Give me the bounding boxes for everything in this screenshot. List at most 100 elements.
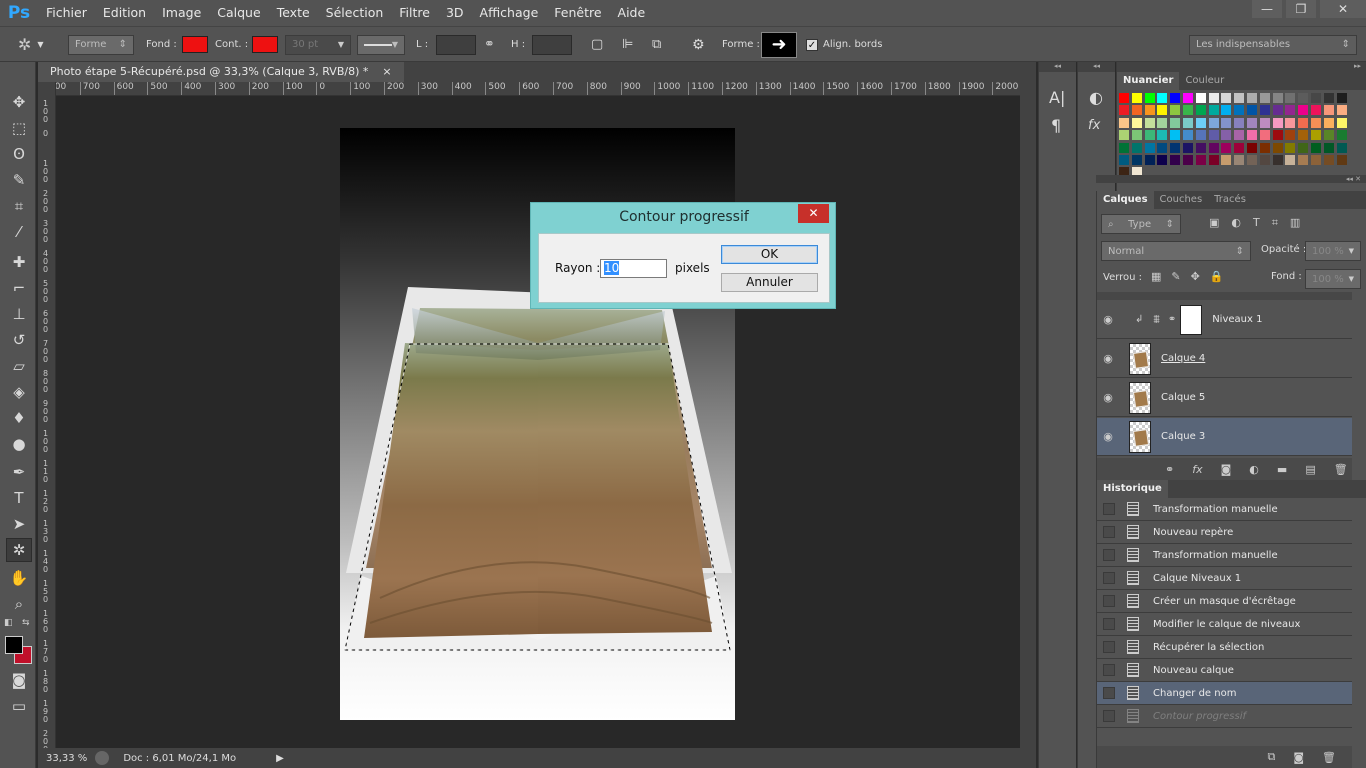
color-swatch[interactable]: [1234, 130, 1245, 141]
color-swatch[interactable]: [1272, 105, 1283, 116]
color-swatch[interactable]: [1311, 130, 1321, 141]
color-swatch[interactable]: [1144, 142, 1155, 153]
fill-field[interactable]: 100 % ▼: [1305, 269, 1361, 289]
restore-button[interactable]: ❐: [1286, 0, 1316, 18]
width-field[interactable]: [436, 34, 476, 55]
history-state-checkbox[interactable]: [1103, 641, 1115, 653]
document-tab[interactable]: Photo étape 5-Récupéré.psd @ 33,3% (Calq…: [38, 62, 404, 82]
color-swatch[interactable]: [1323, 105, 1334, 116]
menu-texte[interactable]: Texte: [269, 0, 318, 26]
ok-button[interactable]: OK: [721, 245, 818, 264]
tab-layers[interactable]: Calques: [1097, 191, 1154, 209]
history-state-checkbox[interactable]: [1103, 595, 1115, 607]
menu-calque[interactable]: Calque: [209, 0, 268, 26]
color-swatch[interactable]: [1311, 155, 1321, 165]
collapse-icon[interactable]: ◂◂ ✕: [1096, 175, 1366, 183]
color-swatch[interactable]: [1247, 155, 1257, 165]
history-state-checkbox[interactable]: [1103, 503, 1115, 515]
color-swatch[interactable]: [1195, 130, 1206, 141]
color-swatch[interactable]: [1195, 142, 1206, 153]
color-swatch[interactable]: [1170, 155, 1181, 165]
color-swatch[interactable]: [1336, 105, 1347, 116]
color-swatch[interactable]: [1157, 105, 1168, 116]
color-swatch[interactable]: [1144, 93, 1155, 103]
collapse-icon[interactable]: ◂◂: [1039, 62, 1076, 72]
collapse-icon[interactable]: ◂◂: [1078, 62, 1115, 72]
eraser-tool-icon[interactable]: ▱: [6, 354, 32, 378]
zoom-level[interactable]: 33,33 %: [38, 753, 95, 764]
default-colors-icon[interactable]: ◧: [4, 618, 13, 628]
tab-paths[interactable]: Tracés: [1208, 191, 1252, 209]
hand-tool-icon[interactable]: ✋: [6, 566, 32, 590]
close-tab-icon[interactable]: ×: [382, 62, 391, 82]
color-swatch[interactable]: [1131, 93, 1142, 103]
link-layers-icon[interactable]: ⚭: [1165, 463, 1174, 476]
color-swatch[interactable]: [1272, 117, 1283, 128]
history-item[interactable]: Récupérer la sélection: [1097, 636, 1352, 659]
eyedropper-tool-icon[interactable]: ⁄: [6, 220, 32, 244]
healing-brush-tool-icon[interactable]: ✚: [6, 250, 32, 274]
color-swatch[interactable]: [1311, 93, 1321, 103]
pen-tool-icon[interactable]: ✒: [6, 460, 32, 484]
tab-channels[interactable]: Couches: [1154, 191, 1209, 209]
trash-icon[interactable]: 🗑: [1322, 751, 1336, 764]
color-swatch[interactable]: [1298, 142, 1309, 153]
move-tool-icon[interactable]: ✥: [6, 90, 32, 114]
cancel-button[interactable]: Annuler: [721, 273, 818, 292]
color-swatch[interactable]: [1311, 142, 1321, 153]
history-item-pending[interactable]: Contour progressif: [1097, 705, 1352, 728]
new-document-from-state-icon[interactable]: ⧉: [1267, 750, 1275, 764]
color-swatch[interactable]: [1170, 105, 1181, 116]
lock-icons[interactable]: ▦✎✥🔒: [1151, 270, 1234, 283]
color-swatch[interactable]: [1285, 117, 1296, 128]
link-icon[interactable]: ⚭: [484, 37, 495, 52]
color-swatch[interactable]: [1183, 105, 1193, 116]
history-state-checkbox[interactable]: [1103, 526, 1115, 538]
color-swatch[interactable]: [1272, 93, 1283, 103]
color-swatch[interactable]: [1323, 142, 1334, 153]
character-panel-icon[interactable]: A|: [1049, 88, 1065, 107]
blur-tool-icon[interactable]: ♦: [6, 406, 32, 430]
height-field[interactable]: [532, 34, 572, 55]
history-item[interactable]: Transformation manuelle: [1097, 544, 1352, 567]
color-swatch[interactable]: [1259, 142, 1270, 153]
path-operations-icon[interactable]: ▢: [591, 37, 603, 52]
history-state-checkbox[interactable]: [1103, 687, 1115, 699]
zoom-tool-icon[interactable]: ⌕: [6, 592, 32, 616]
color-swatch[interactable]: [1272, 155, 1283, 165]
stroke-color-swatch[interactable]: [252, 36, 278, 53]
styles-panel-icon[interactable]: fx: [1088, 118, 1100, 133]
eye-icon[interactable]: ◉: [1097, 352, 1119, 365]
color-swatch[interactable]: [1221, 155, 1232, 165]
color-swatch[interactable]: [1247, 130, 1257, 141]
layer-row-niveaux[interactable]: ◉ ↲ ⩩ ⚭ Niveaux 1: [1097, 301, 1352, 339]
color-swatch[interactable]: [1170, 93, 1181, 103]
quick-mask-icon[interactable]: ◙: [6, 668, 32, 692]
history-item[interactable]: Modifier le calque de niveaux: [1097, 613, 1352, 636]
color-swatch[interactable]: [1247, 142, 1257, 153]
shape-mode-select[interactable]: Forme ⇕: [68, 34, 134, 55]
blend-mode-select[interactable]: Normal ⇕: [1101, 241, 1251, 261]
history-state-checkbox[interactable]: [1103, 710, 1115, 722]
tab-swatches[interactable]: Nuancier: [1117, 72, 1180, 90]
add-mask-icon[interactable]: ◙: [1221, 463, 1232, 476]
eye-icon[interactable]: ◉: [1097, 313, 1119, 326]
fx-icon[interactable]: fx: [1192, 463, 1202, 476]
color-swatch[interactable]: [1298, 117, 1309, 128]
color-swatch[interactable]: [1144, 117, 1155, 128]
color-swatch[interactable]: [1234, 155, 1245, 165]
color-swatch[interactable]: [1234, 117, 1245, 128]
color-swatch[interactable]: [1336, 142, 1347, 153]
color-swatch[interactable]: [1119, 155, 1129, 165]
color-swatch[interactable]: [1221, 105, 1232, 116]
color-swatch[interactable]: [1336, 155, 1347, 165]
color-swatch[interactable]: [1195, 93, 1206, 103]
layer-row-calque-4[interactable]: ◉ Calque 4: [1097, 340, 1352, 378]
history-item[interactable]: Nouveau repère: [1097, 521, 1352, 544]
tab-color[interactable]: Couleur: [1179, 72, 1230, 90]
menu-fichier[interactable]: Fichier: [38, 0, 95, 26]
color-swatch[interactable]: [1247, 105, 1257, 116]
eye-icon[interactable]: ◉: [1097, 430, 1119, 443]
shape-picker[interactable]: ➜: [761, 31, 797, 58]
color-swatch[interactable]: [1119, 105, 1129, 116]
